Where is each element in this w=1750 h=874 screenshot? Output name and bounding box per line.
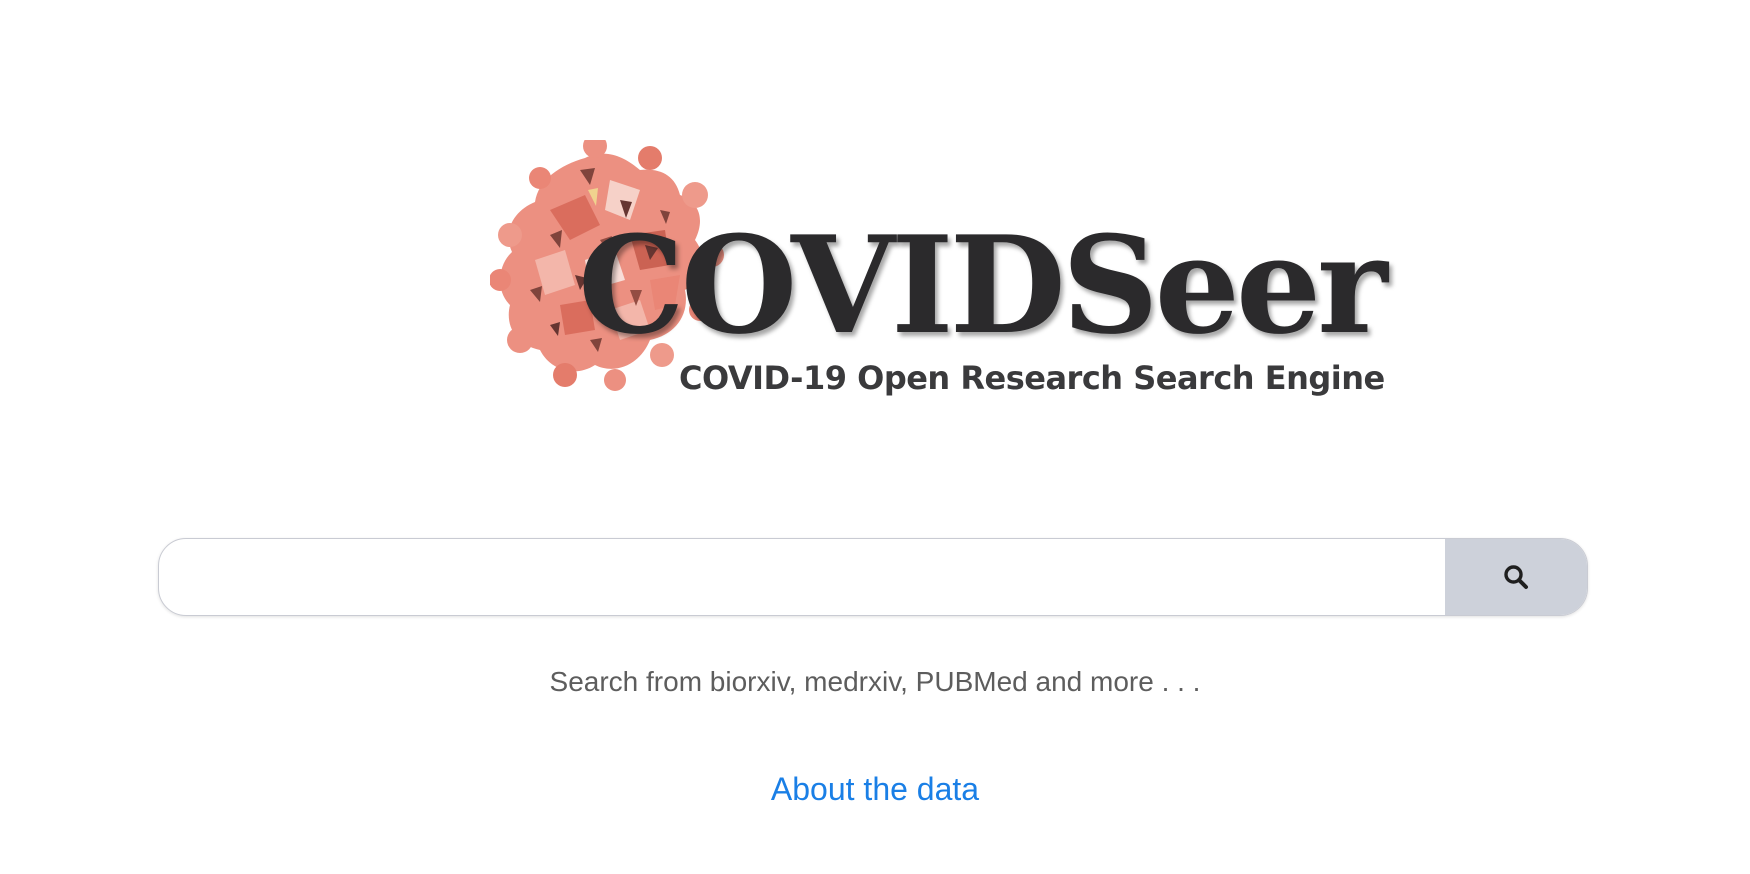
search-bar <box>158 538 1588 616</box>
search-hint: Search from biorxiv, medrxiv, PUBMed and… <box>549 666 1201 697</box>
about-the-data-link[interactable]: About the data <box>771 771 979 807</box>
about-the-data-link-wrapper: About the data <box>0 771 1750 808</box>
search-button[interactable] <box>1445 539 1587 615</box>
covidseer-logo: COVIDSeer COVID-19 Open Research Search … <box>490 140 1388 420</box>
logo-tagline: COVID-19 Open Research Search Engine <box>679 359 1385 397</box>
logo-wordmark: COVIDSeer <box>578 206 1388 364</box>
home-page: COVIDSeer COVID-19 Open Research Search … <box>0 0 1750 874</box>
search-input[interactable] <box>159 539 1445 615</box>
search-icon <box>1504 565 1528 589</box>
